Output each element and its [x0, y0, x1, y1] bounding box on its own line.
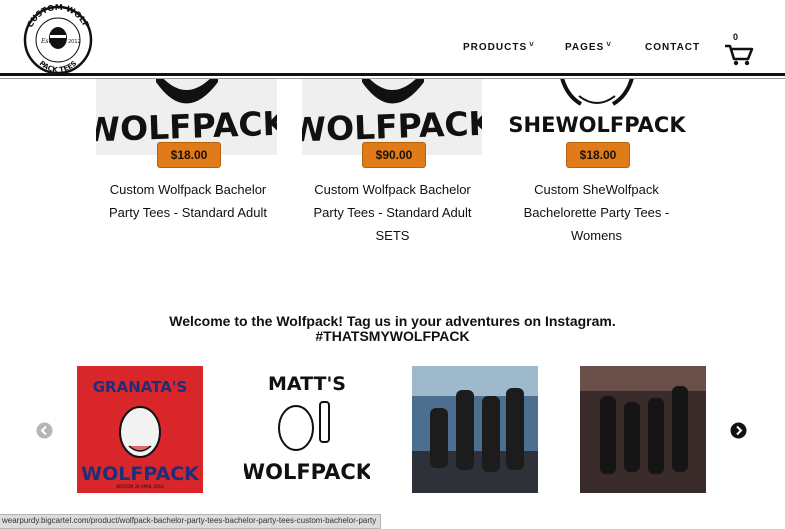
price-badge: $18.00: [157, 142, 221, 168]
instagram-heading: Welcome to the Wolfpack! Tag us in your …: [0, 314, 785, 344]
logo-year-text: 2012: [68, 39, 81, 45]
instagram-tile-photo-cruise[interactable]: [412, 366, 538, 493]
nav-products-label: PRODUCTS: [463, 42, 528, 53]
instagram-tile-granatas[interactable]: GRANATA'S WOLFPACK BOSTON 30 APRIL 2016: [77, 366, 203, 493]
carousel-prev-arrow[interactable]: [36, 422, 53, 439]
tile-top-text: GRANATA'S: [93, 378, 188, 396]
product-title-line: Bachelorette Party Tees -: [523, 205, 670, 220]
product-title-line: Custom Wolfpack Bachelor: [109, 182, 267, 197]
tile-face-drawing: [278, 405, 314, 451]
tile-bottom-text: WOLFPACK: [81, 463, 200, 485]
nav-products[interactable]: PRODUCTS ˅: [463, 40, 535, 53]
header-divider: [0, 73, 785, 76]
nav-pages-label: PAGES: [565, 42, 605, 53]
chevron-down-icon: ˅: [529, 40, 535, 49]
product-title-line: Party Tees - Standard Adult: [108, 205, 268, 220]
price-badge: $18.00: [566, 142, 630, 168]
product-title[interactable]: Custom Wolfpack Bachelor Party Tees - St…: [88, 178, 288, 224]
logo-est-text: Est.: [40, 38, 53, 45]
chevron-down-icon: ˅: [606, 40, 612, 49]
logo[interactable]: CUSTOM WOLF PACK TEES Est. 2012: [18, 2, 98, 74]
product-title[interactable]: Custom Wolfpack Bachelor Party Tees - St…: [290, 178, 495, 247]
tile-small-text: BOSTON 30 APRIL 2016: [116, 484, 164, 489]
product-title[interactable]: Custom SheWolfpack Bachelorette Party Te…: [494, 178, 699, 247]
instagram-hashtag: #THATSMYWOLFPACK: [315, 328, 470, 344]
header-divider-thin: [0, 78, 785, 79]
product-title-line: Womens: [570, 228, 623, 243]
product-title-line: Custom SheWolfpack: [534, 182, 659, 197]
nav-pages[interactable]: PAGES ˅: [565, 40, 612, 53]
photo-ceiling: [580, 366, 706, 391]
product-title-line: SETS: [375, 228, 410, 243]
tile-top-text: MATT'S: [268, 373, 346, 395]
instagram-tile-matts[interactable]: MATT'S WOLFPACK: [244, 366, 370, 493]
nav-contact[interactable]: CONTACT: [645, 42, 700, 53]
site-header: CUSTOM WOLF PACK TEES Est. 2012 PRODUCTS…: [0, 0, 785, 79]
price-badge: $90.00: [362, 142, 426, 168]
product-title-line: Custom Wolfpack Bachelor: [314, 182, 471, 197]
instagram-heading-line: Welcome to the Wolfpack! Tag us in your …: [169, 313, 616, 329]
cart-icon[interactable]: [724, 32, 754, 66]
image-shewolfpack-text: SHEWOLFPACK: [508, 113, 686, 137]
tile-bottle-drawing: [319, 401, 330, 443]
product-title-line: Party Tees - Standard Adult: [313, 205, 472, 220]
nav-contact-label: CONTACT: [645, 42, 701, 53]
carousel-next-arrow[interactable]: [730, 422, 747, 439]
instagram-tile-photo-party[interactable]: [580, 366, 706, 493]
tile-bottom-text: WOLFPACK: [244, 460, 370, 484]
